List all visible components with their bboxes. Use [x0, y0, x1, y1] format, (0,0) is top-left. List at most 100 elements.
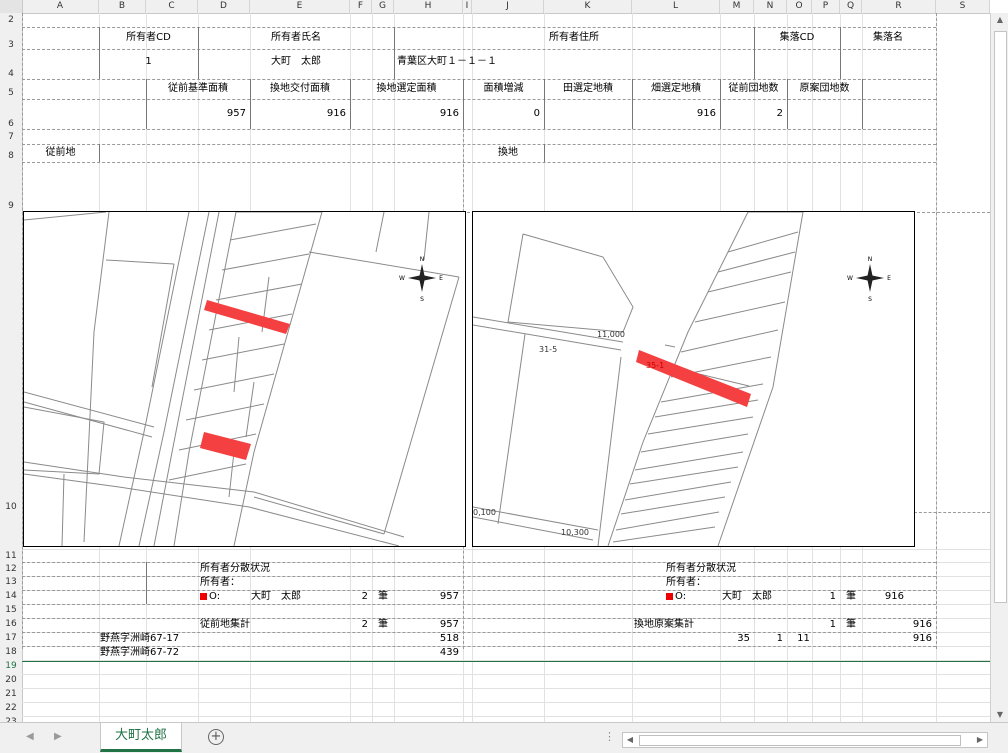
column-header[interactable]: M [720, 0, 754, 13]
left-total-unit: 筆 [378, 619, 388, 630]
area-value[interactable]: 916 [350, 108, 459, 120]
lot-field[interactable]: 35 [720, 633, 750, 645]
column-header[interactable]: C [146, 0, 198, 13]
right-owner-unit: 筆 [846, 591, 856, 602]
row-header[interactable]: 5 [0, 79, 22, 99]
row-header[interactable]: 4 [0, 49, 22, 79]
right-owner-area[interactable]: 916 [862, 591, 904, 603]
scroll-down-icon[interactable]: ▼ [991, 708, 1008, 722]
lot-area[interactable]: 916 [862, 633, 932, 645]
row-header[interactable]: 9 [0, 162, 22, 212]
row-header[interactable]: 11 [0, 548, 22, 562]
replot-land-map[interactable]: 11,000 31-5 35-1 0,100 10,300 N S E W [472, 211, 915, 547]
row-header[interactable]: 23 [0, 715, 22, 722]
horizontal-scroll-thumb[interactable] [639, 735, 961, 746]
horizontal-scrollbar[interactable]: ◀ ▶ [622, 732, 988, 748]
scroll-right-icon[interactable]: ▶ [973, 733, 987, 747]
row-header[interactable]: 21 [0, 687, 22, 701]
area-label: 換地交付面積 [270, 83, 330, 94]
area-value[interactable]: 957 [146, 108, 246, 120]
scroll-up-icon[interactable]: ▲ [991, 13, 1008, 27]
vertical-scrollbar[interactable]: ▲ ▼ [990, 13, 1008, 722]
column-header[interactable]: S [936, 0, 990, 13]
column-header[interactable]: K [544, 0, 632, 13]
lot-name[interactable]: 野燕字洲崎67-72 [100, 647, 179, 659]
row-header[interactable]: 20 [0, 673, 22, 687]
area-label: 従前基準面積 [168, 83, 228, 94]
owner-address-value[interactable]: 青葉区大町１－１－１ [397, 56, 697, 68]
compass-west: W [399, 275, 405, 282]
area-value[interactable]: 0 [463, 108, 540, 120]
vertical-scroll-thumb[interactable] [994, 31, 1007, 603]
row-header[interactable]: 7 [0, 129, 22, 144]
column-header[interactable]: F [350, 0, 372, 13]
tab-splitter-icon[interactable]: ⋮ [604, 730, 615, 743]
scroll-left-icon[interactable]: ◀ [623, 733, 637, 747]
compass-south: S [868, 296, 872, 303]
compass-east: E [887, 275, 891, 282]
parcel-label: 35-1 [646, 361, 664, 370]
lot-area[interactable]: 439 [394, 647, 459, 659]
spreadsheet-grid[interactable]: A B C D E F G H I J K L M N O P Q R S 2 … [0, 0, 990, 722]
sheet-tab[interactable]: 大町太郎 [100, 723, 182, 752]
left-total-area[interactable]: 957 [394, 619, 459, 631]
parcel-highlight[interactable] [636, 350, 751, 407]
row-header[interactable]: 6 [0, 99, 22, 129]
former-land-map[interactable]: N S E W [23, 211, 466, 547]
left-owner-code: O: [200, 591, 220, 603]
area-label: 田選定地積 [563, 83, 613, 94]
owner-address-label: 所有者住所 [549, 32, 599, 43]
column-header[interactable]: H [394, 0, 463, 13]
column-header[interactable]: A [22, 0, 99, 13]
row-header-selected[interactable]: 19 [0, 659, 22, 673]
column-header[interactable]: L [632, 0, 720, 13]
right-total-area[interactable]: 916 [862, 619, 932, 631]
column-header[interactable]: E [250, 0, 350, 13]
column-header[interactable]: R [862, 0, 936, 13]
lot-field[interactable]: 11 [787, 633, 820, 645]
area-value[interactable]: 916 [250, 108, 346, 120]
tab-next-icon[interactable]: ▶ [54, 731, 62, 742]
left-owner-label: 所有者： [200, 577, 240, 588]
left-total-count[interactable]: 2 [350, 619, 368, 631]
compass-east: E [439, 275, 443, 282]
owner-name-value[interactable]: 大町 太郎 [198, 56, 394, 68]
left-owner-count[interactable]: 2 [350, 591, 368, 603]
parcel-label: 10,300 [561, 528, 589, 537]
column-header[interactable]: Q [840, 0, 862, 13]
area-value[interactable]: 916 [632, 108, 716, 120]
right-owner-name[interactable]: 大町 太郎 [722, 591, 772, 603]
lot-name[interactable]: 野燕字洲崎67-17 [100, 633, 179, 645]
row-header[interactable]: 3 [0, 27, 22, 50]
left-owner-name[interactable]: 大町 太郎 [251, 591, 301, 603]
row-header[interactable]: 14 [0, 589, 22, 603]
row-header[interactable]: 15 [0, 603, 22, 617]
right-total-count[interactable]: 1 [812, 619, 836, 631]
tab-prev-icon[interactable]: ◀ [26, 731, 34, 742]
select-all-corner[interactable] [0, 0, 23, 13]
row-header[interactable]: 8 [0, 144, 22, 162]
left-owner-area[interactable]: 957 [394, 591, 459, 603]
column-header[interactable]: B [99, 0, 146, 13]
row-header[interactable]: 18 [0, 645, 22, 659]
row-header[interactable]: 2 [0, 13, 22, 27]
column-header[interactable]: O [787, 0, 812, 13]
lot-field[interactable]: 1 [754, 633, 783, 645]
row-header[interactable]: 13 [0, 575, 22, 589]
area-value[interactable]: 2 [720, 108, 783, 120]
row-header[interactable]: 22 [0, 701, 22, 715]
column-header[interactable]: I [463, 0, 472, 13]
column-header[interactable]: J [472, 0, 544, 13]
row-header[interactable]: 12 [0, 562, 22, 575]
column-header[interactable]: G [372, 0, 394, 13]
column-header[interactable]: D [198, 0, 250, 13]
add-sheet-icon[interactable]: + [208, 729, 224, 745]
row-header[interactable]: 10 [0, 212, 22, 548]
column-header[interactable]: N [754, 0, 787, 13]
column-header[interactable]: P [812, 0, 840, 13]
row-header[interactable]: 16 [0, 617, 22, 631]
owner-cd-value[interactable]: 1 [99, 56, 198, 68]
right-owner-count[interactable]: 1 [812, 591, 836, 603]
row-header[interactable]: 17 [0, 631, 22, 645]
lot-area[interactable]: 518 [394, 633, 459, 645]
